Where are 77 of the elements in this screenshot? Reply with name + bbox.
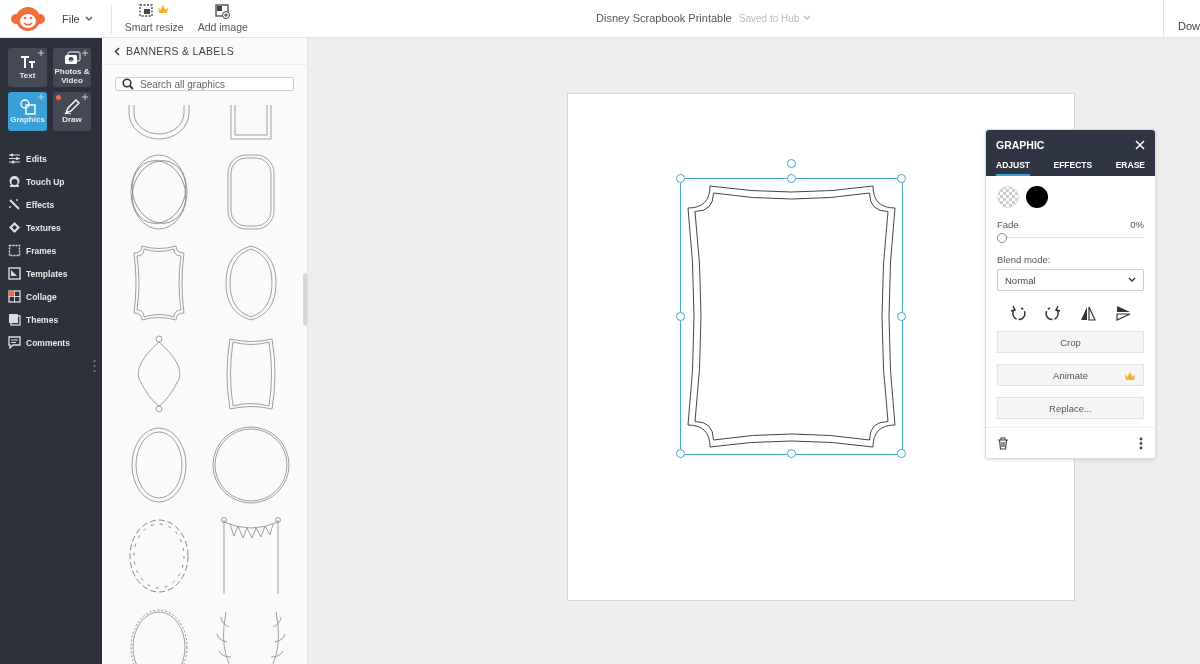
slider-thumb[interactable] bbox=[997, 233, 1007, 243]
resize-handle[interactable] bbox=[897, 449, 906, 458]
face-icon bbox=[8, 175, 21, 188]
pencil-icon bbox=[63, 98, 81, 116]
download-button[interactable]: Dow bbox=[1178, 5, 1200, 32]
sidebar-item[interactable]: Frames bbox=[8, 239, 94, 262]
blend-mode-dropdown[interactable]: Normal bbox=[997, 269, 1144, 291]
add-image-button[interactable]: Add image bbox=[197, 2, 248, 35]
panel-title: GRAPHIC bbox=[996, 139, 1045, 151]
sidebar-item[interactable]: Effects bbox=[8, 193, 94, 216]
resize-handle[interactable] bbox=[676, 311, 685, 321]
plus-icon bbox=[82, 50, 88, 56]
close-icon[interactable] bbox=[1135, 140, 1145, 150]
fade-label: Fade bbox=[997, 219, 1019, 230]
resize-handle[interactable] bbox=[786, 449, 796, 458]
drag-handle-icon[interactable] bbox=[93, 359, 96, 373]
sliders-icon bbox=[8, 152, 21, 165]
search-icon bbox=[122, 78, 134, 90]
sidebar-item[interactable]: Templates bbox=[8, 262, 94, 285]
fade-value: 0% bbox=[1130, 219, 1144, 230]
color-swatch[interactable] bbox=[1026, 186, 1048, 208]
notification-dot bbox=[56, 95, 61, 100]
smart-resize-button[interactable]: Smart resize bbox=[124, 2, 184, 35]
file-menu[interactable]: File bbox=[60, 8, 95, 29]
panel-tab[interactable]: ERASE bbox=[1115, 158, 1145, 176]
flip-horizontal-icon[interactable] bbox=[1079, 305, 1096, 321]
crop-button[interactable]: Crop bbox=[997, 331, 1144, 353]
sidebar-item[interactable]: Themes bbox=[8, 308, 94, 331]
template-icon bbox=[8, 267, 21, 280]
wand-icon bbox=[8, 198, 21, 211]
sidebar-item[interactable]: Touch Up bbox=[8, 170, 94, 193]
trash-icon[interactable] bbox=[997, 437, 1009, 450]
search-field[interactable]: Search all graphics bbox=[115, 77, 294, 91]
sidebar-item[interactable]: Comments bbox=[8, 331, 94, 354]
more-icon[interactable] bbox=[1139, 437, 1143, 450]
image-add-icon bbox=[215, 4, 231, 19]
grid-icon bbox=[8, 290, 21, 303]
resize-handle[interactable] bbox=[676, 174, 685, 183]
resize-handle[interactable] bbox=[897, 174, 906, 183]
resize-handle[interactable] bbox=[897, 311, 906, 321]
replace-button[interactable]: Replace... bbox=[997, 397, 1144, 419]
plus-icon bbox=[38, 94, 44, 100]
sidebar-item[interactable]: Collage bbox=[8, 285, 94, 308]
sidebar-item[interactable]: Edits bbox=[8, 147, 94, 170]
chevron-down-icon bbox=[1128, 277, 1136, 283]
document-title: Disney Scrapbook Printable bbox=[596, 12, 732, 24]
squares-icon bbox=[8, 313, 21, 326]
back-link[interactable]: BANNERS & LABELS bbox=[102, 38, 307, 65]
circle-frame-graphic[interactable] bbox=[210, 425, 291, 505]
frame-icon bbox=[8, 244, 21, 257]
panel-tab[interactable]: ADJUST bbox=[996, 158, 1030, 176]
chevron-down-icon bbox=[803, 15, 812, 21]
comment-icon bbox=[8, 336, 21, 349]
flip-vertical-icon[interactable] bbox=[1114, 305, 1131, 321]
resize-handle[interactable] bbox=[676, 449, 685, 458]
text-tool-tile[interactable]: Text bbox=[8, 48, 47, 87]
resize-handle[interactable] bbox=[786, 174, 796, 183]
draw-tool-tile[interactable]: Draw bbox=[53, 92, 91, 131]
chevron-down-icon bbox=[84, 15, 93, 22]
blend-mode-label: Blend mode: bbox=[997, 254, 1052, 265]
transparent-swatch[interactable] bbox=[997, 186, 1019, 208]
resize-icon bbox=[139, 4, 155, 19]
chevron-left-icon bbox=[114, 46, 120, 56]
plus-icon bbox=[82, 94, 88, 100]
crown-icon bbox=[157, 4, 170, 14]
photos-tool-tile[interactable]: Photos & Video bbox=[53, 48, 91, 87]
animate-button[interactable]: Animate bbox=[997, 364, 1144, 386]
crown-icon bbox=[1124, 371, 1136, 381]
sidebar-item[interactable]: Textures bbox=[8, 216, 94, 239]
fade-slider[interactable] bbox=[997, 233, 1144, 242]
rotate-handle[interactable] bbox=[786, 159, 796, 168]
rotate-left-icon[interactable] bbox=[1010, 305, 1027, 321]
plus-icon bbox=[38, 50, 44, 56]
panel-tab[interactable]: EFFECTS bbox=[1053, 158, 1093, 176]
rotate-right-icon[interactable] bbox=[1045, 305, 1062, 321]
shapes-icon bbox=[18, 98, 37, 116]
diamond-icon bbox=[8, 221, 21, 234]
